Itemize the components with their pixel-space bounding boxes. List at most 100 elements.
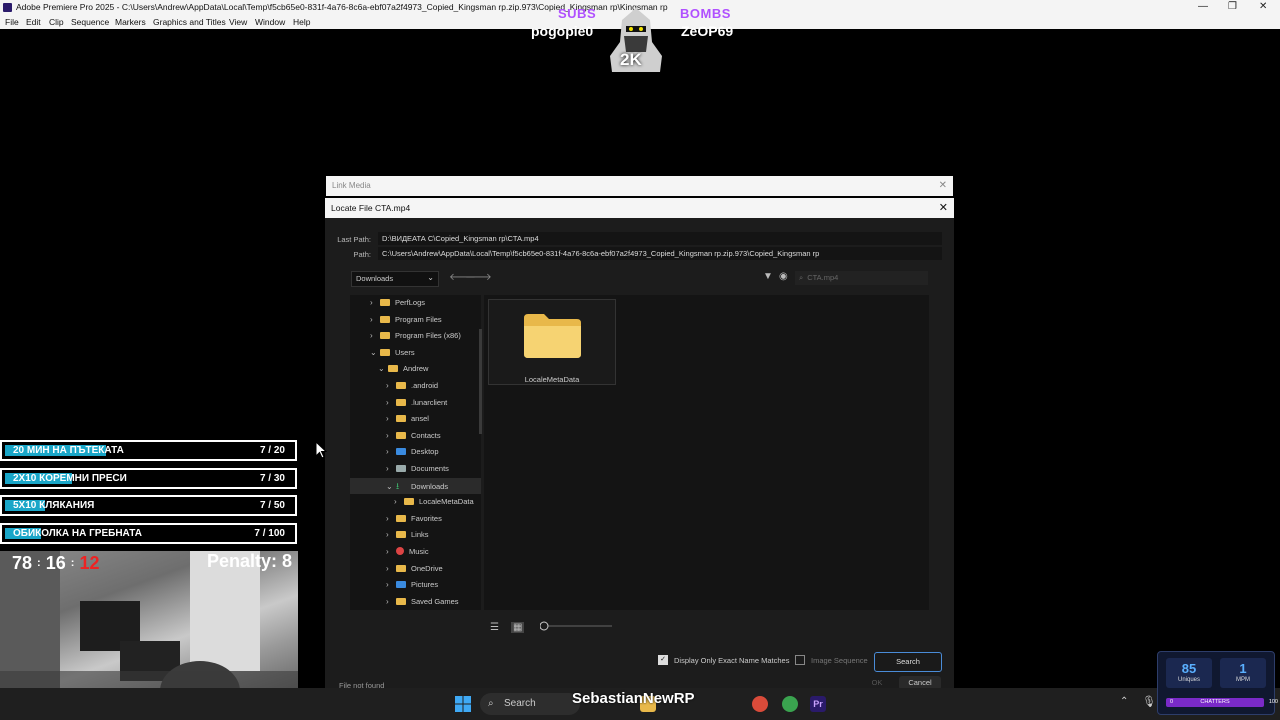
chevron-down-icon: ⌄ [427,273,434,282]
last-path-label: Last Path: [337,235,371,244]
tree-item[interactable]: › Links [386,527,429,543]
chevron-right-icon[interactable]: › [386,577,396,593]
forward-arrow-icon[interactable]: 🡒 [465,271,492,283]
chevron-right-icon[interactable]: › [386,378,396,394]
menu-help[interactable]: Help [293,15,310,29]
minimize-button[interactable]: — [1198,0,1208,14]
location-dropdown[interactable]: Downloads ⌄ [351,271,439,287]
chevron-down-icon[interactable]: ⌄ [378,361,388,377]
maximize-button[interactable]: ❐ [1228,0,1237,14]
tree-item[interactable]: › Program Files [370,312,442,328]
folder-icon [380,348,390,356]
folder-icon [396,531,406,539]
folder-icon [396,564,406,572]
tree-item[interactable]: ⌄ ⭳ Downloads [350,477,481,495]
locate-file-close-icon[interactable]: ✕ [939,198,948,218]
challenge-label: 2X10 КОРЕМНИ ПРЕСИ [13,472,127,484]
tree-item[interactable]: › .android [386,378,438,394]
last-path-field[interactable]: D:\ВИДЕАТА С\Copied_Kingsman rp\CTA.mp4 [378,232,942,245]
tree-item[interactable]: › Contacts [386,428,441,444]
tree-item-label: .lunarclient [411,397,448,407]
exact-match-checkbox[interactable]: ✓ Display Only Exact Name Matches [658,655,789,665]
chevron-right-icon[interactable]: › [386,561,396,577]
chevron-right-icon[interactable]: › [394,494,404,510]
microphone-icon[interactable]: 🎙 [1142,695,1156,708]
tree-item[interactable]: › .lunarclient [386,395,447,411]
tree-item[interactable]: › Saved Games [386,594,459,610]
tree-item-label: Andrew [403,364,429,374]
chevron-up-icon[interactable]: ⌃ [1120,696,1128,707]
chevron-right-icon[interactable]: › [370,295,380,311]
timer-minutes: 16 [45,553,66,573]
search-icon: ⌕ [488,698,494,709]
tree-item[interactable]: ⌄ Users [370,345,415,361]
chevron-right-icon[interactable]: › [386,428,396,444]
chevron-right-icon[interactable]: › [386,544,396,560]
chrome-profile-icon[interactable] [782,696,798,712]
tree-item[interactable]: › Program Files (x86) [370,328,461,344]
tree-item[interactable]: › PerfLogs [370,295,425,311]
tree-item[interactable]: ⌄ Andrew [378,361,428,377]
folder-tile-localemetadata[interactable]: LocaleMetaData [488,299,616,385]
search-icon: ⌕ [799,273,804,282]
menu-sequence[interactable]: Sequence [71,15,109,29]
search-input[interactable]: ⌕ CTA.mp4 [795,271,928,285]
menu-graphics-and-titles[interactable]: Graphics and Titles [153,15,226,29]
tree-item[interactable]: › OneDrive [386,561,443,577]
uniques-label: Uniques [1177,677,1200,683]
menu-view[interactable]: View [229,15,247,29]
uniques-stat: 85 Uniques [1166,658,1212,688]
tree-item[interactable]: › ansel [386,411,429,427]
tree-item[interactable]: › Music [386,544,429,560]
chevron-right-icon[interactable]: › [386,395,396,411]
tree-item[interactable]: › Favorites [386,511,442,527]
tree-item[interactable]: › Desktop [386,444,439,460]
menu-edit[interactable]: Edit [26,15,41,29]
knight-helmet-logo: 2K [602,6,670,72]
folder-icon [396,597,406,605]
premiere-taskbar-icon[interactable]: Pr [810,696,826,712]
challenge-label: 5X10 КЛЯКАНИЯ [13,500,95,511]
chatters-label: CHATTERS [1200,699,1230,705]
chevron-down-icon[interactable]: ⌄ [386,479,396,495]
menu-window[interactable]: Window [255,15,285,29]
tree-item[interactable]: › Documents [386,461,449,477]
image-sequence-checkbox[interactable]: Image Sequence [795,655,868,665]
tree-item[interactable]: › LocaleMetaData [394,494,474,510]
filter-icon[interactable]: ▼ [763,271,773,282]
chevron-right-icon[interactable]: › [386,594,396,610]
windows-start-icon[interactable] [455,696,471,712]
link-media-close-icon[interactable]: ✕ [939,176,947,196]
locate-file-title: Locate File CTA.mp4 [331,203,411,213]
folder-icon [396,382,406,389]
chevron-right-icon[interactable]: › [386,511,396,527]
taskbar-search[interactable]: ⌕ Search [480,693,580,715]
zoom-slider[interactable] [540,621,615,631]
path-field[interactable]: C:\Users\Andrew\AppData\Local\Temp\f5cb6… [378,247,942,260]
stream-stats-widget: 85 Uniques 1 MPM 0 CHATTERS 100 [1157,651,1278,715]
eye-icon[interactable]: ◉ [779,271,788,282]
image-folder-icon [396,581,406,589]
menu-clip[interactable]: Clip [49,15,64,29]
tree-scrollbar[interactable] [479,329,482,434]
list-view-icon[interactable]: ☰ [490,622,499,633]
chatters-max: 100 [1268,699,1278,705]
chevron-right-icon[interactable]: › [386,411,396,427]
chevron-right-icon[interactable]: › [386,461,396,477]
chevron-down-icon[interactable]: ⌄ [370,345,380,361]
chevron-right-icon[interactable]: › [386,527,396,543]
chevron-right-icon[interactable]: › [370,328,380,344]
search-button[interactable]: Search [874,652,942,672]
close-window-button[interactable]: ✕ [1259,0,1267,14]
tree-item[interactable]: › Pictures [386,577,438,593]
menu-file[interactable]: File [5,15,19,29]
chevron-right-icon[interactable]: › [386,444,396,460]
menu-markers[interactable]: Markers [115,15,146,29]
challenge-count: 7 / 20 [259,445,285,456]
bombs-label: BOMBS [680,6,731,21]
icon-view-icon[interactable]: ▦ [511,622,525,633]
folder-tree[interactable]: › PerfLogs › Program Files › Program Files (x… [350,295,481,610]
chevron-right-icon[interactable]: › [370,312,380,328]
chrome-icon[interactable] [752,696,768,712]
subs-label: SUBS [558,6,597,21]
